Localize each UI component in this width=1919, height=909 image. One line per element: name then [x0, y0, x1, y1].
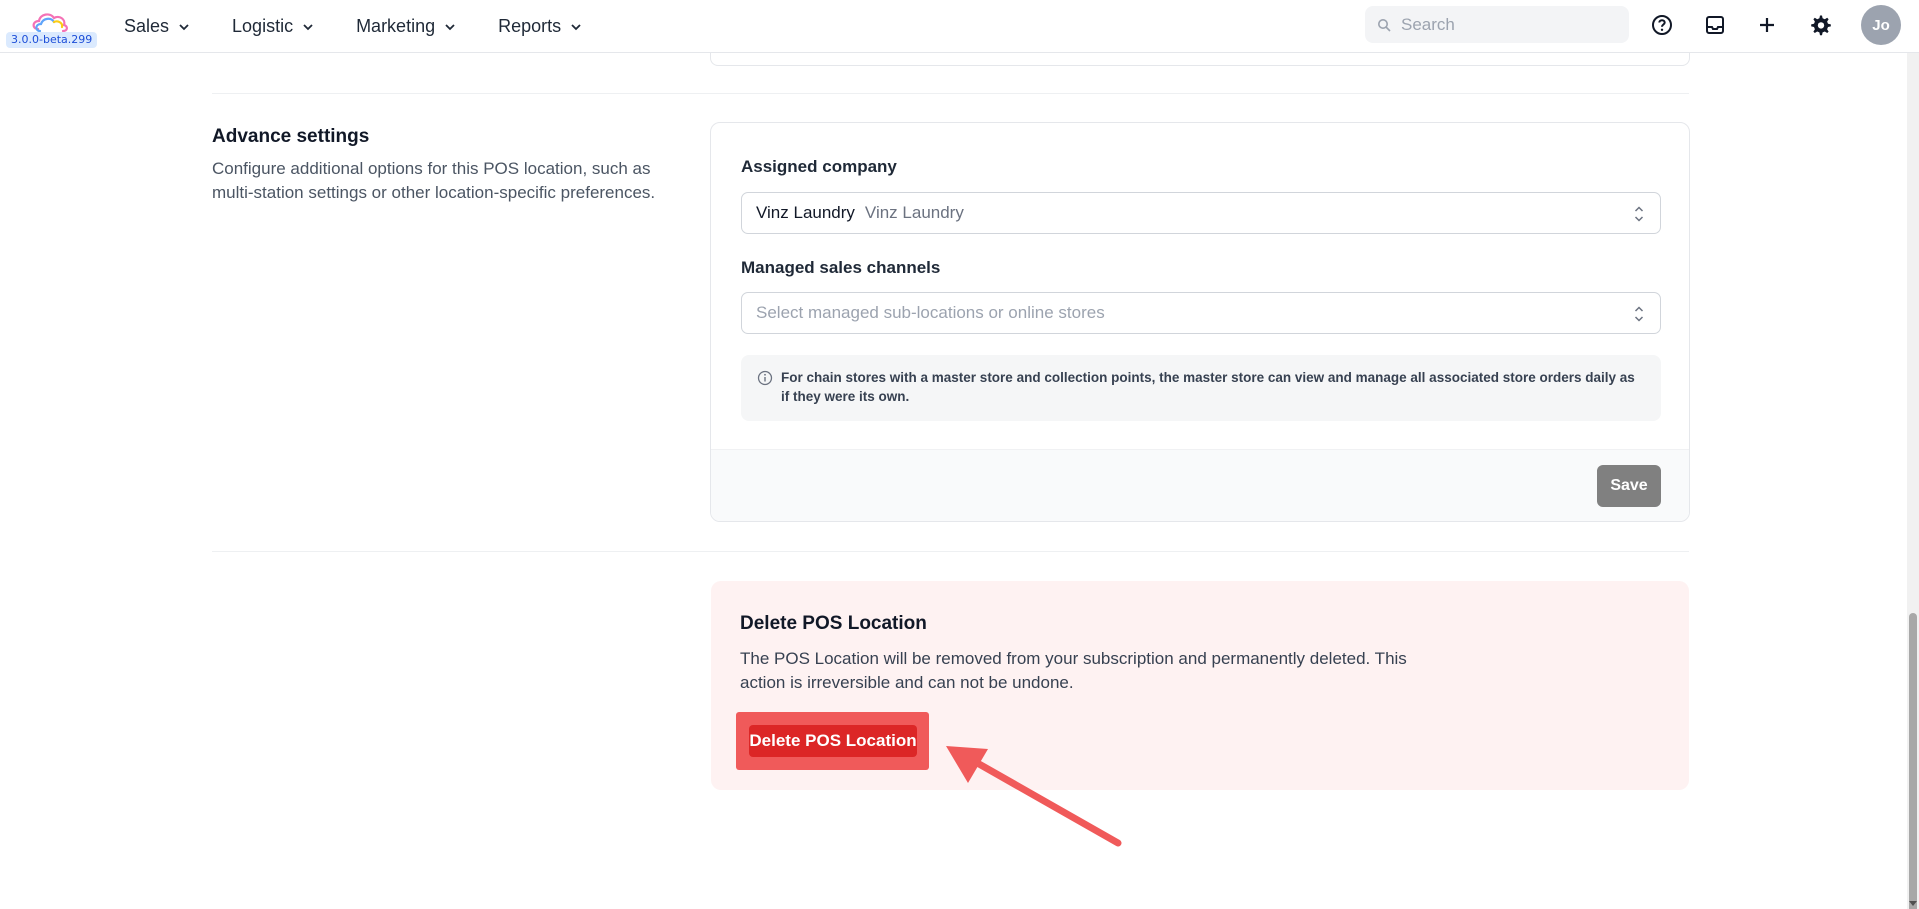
- advance-settings-title: Advance settings: [212, 126, 370, 147]
- nav-reports[interactable]: Reports: [498, 16, 582, 37]
- delete-pos-location-button[interactable]: Delete POS Location: [749, 725, 917, 757]
- chevron-up-down-icon: [1634, 206, 1644, 222]
- nav-marketing-label: Marketing: [356, 16, 436, 36]
- scroll-down-icon[interactable]: [1909, 899, 1917, 907]
- main-nav: Sales Logistic Marketing Reports: [124, 0, 624, 53]
- advance-settings-description: Configure additional options for this PO…: [212, 159, 656, 202]
- scrollbar[interactable]: [1907, 53, 1919, 909]
- assigned-company-label: Assigned company: [741, 157, 897, 176]
- annotation-arrow-icon: [946, 746, 1122, 847]
- chevron-down-icon: [179, 23, 189, 30]
- card-footer: Save: [711, 449, 1689, 521]
- plus-icon[interactable]: [1754, 12, 1780, 38]
- advance-settings-card: Assigned company Vinz Laundry Vinz Laund…: [710, 122, 1690, 522]
- nav-reports-label: Reports: [498, 16, 562, 36]
- info-text: For chain stores with a master store and…: [781, 370, 1635, 404]
- scrollbar-thumb[interactable]: [1909, 613, 1917, 909]
- managed-channels-select[interactable]: Select managed sub-locations or online s…: [741, 292, 1661, 334]
- section-divider: [212, 93, 1689, 94]
- help-icon[interactable]: [1649, 12, 1675, 38]
- avatar[interactable]: Jo: [1861, 5, 1901, 45]
- info-note: For chain stores with a master store and…: [741, 355, 1661, 421]
- inbox-icon[interactable]: [1702, 12, 1728, 38]
- nav-logistic[interactable]: Logistic: [232, 16, 314, 37]
- managed-channels-placeholder: Select managed sub-locations or online s…: [756, 303, 1105, 322]
- nav-sales[interactable]: Sales: [124, 16, 190, 37]
- assigned-company-subtext: Vinz Laundry: [864, 203, 964, 222]
- delete-location-description: The POS Location will be removed from yo…: [740, 649, 1407, 692]
- search-icon: [1378, 19, 1391, 32]
- search-box: [1365, 6, 1629, 43]
- version-badge: 3.0.0-beta.299: [6, 32, 98, 48]
- chevron-down-icon: [303, 23, 313, 30]
- gear-icon[interactable]: [1807, 12, 1833, 38]
- nav-logistic-label: Logistic: [232, 16, 294, 36]
- section-divider: [212, 551, 1689, 552]
- info-icon: [757, 370, 773, 386]
- assigned-company-value: Vinz Laundry: [756, 203, 855, 222]
- search-input[interactable]: [1401, 6, 1601, 43]
- chevron-down-icon: [571, 23, 581, 30]
- assigned-company-select[interactable]: Vinz Laundry Vinz Laundry: [741, 192, 1661, 234]
- delete-location-card: Delete POS Location The POS Location wil…: [711, 581, 1689, 790]
- nav-marketing[interactable]: Marketing: [356, 16, 456, 37]
- nav-sales-label: Sales: [124, 16, 170, 36]
- top-navbar: 3.0.0-beta.299 Sales Logistic Marketing …: [0, 0, 1919, 53]
- managed-channels-label: Managed sales channels: [741, 258, 941, 277]
- chevron-up-down-icon: [1634, 306, 1644, 322]
- save-button[interactable]: Save: [1597, 465, 1661, 507]
- delete-location-title: Delete POS Location: [740, 613, 927, 634]
- chevron-down-icon: [445, 23, 455, 30]
